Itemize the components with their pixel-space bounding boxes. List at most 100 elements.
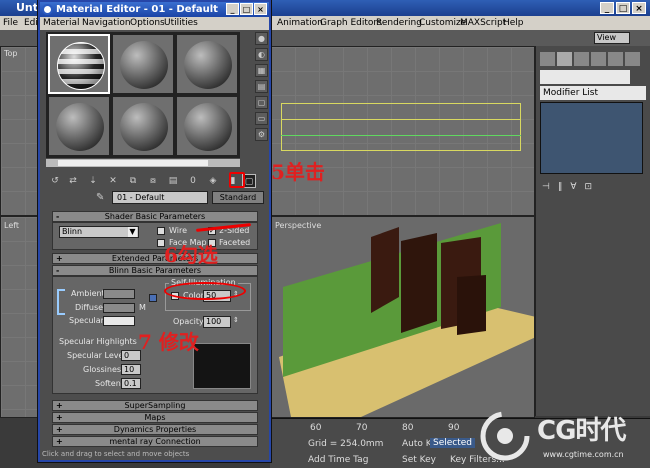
menu-graph-editors[interactable]: Graph Editors: [320, 16, 382, 30]
create-tab-icon[interactable]: [540, 52, 555, 66]
menu-options[interactable]: Options: [130, 17, 165, 30]
diffuse-color-swatch[interactable]: [103, 303, 135, 313]
rollout-blinn-basic[interactable]: - Blinn Basic Parameters: [52, 265, 258, 276]
make-preview-icon[interactable]: ▭: [255, 112, 268, 125]
rollout-maps[interactable]: + Maps: [52, 412, 258, 423]
get-material-icon[interactable]: ↺: [48, 174, 62, 188]
watermark: CG时代 www.cgtime.com.cn: [475, 408, 650, 468]
watermark-url: www.cgtime.com.cn: [543, 450, 624, 459]
close-icon[interactable]: ×: [254, 3, 267, 15]
add-time-tag[interactable]: Add Time Tag: [308, 455, 368, 465]
utilities-tab-icon[interactable]: [625, 52, 640, 66]
minimize-icon[interactable]: _: [226, 3, 239, 15]
sample-slot[interactable]: [112, 96, 174, 156]
view-dropdown[interactable]: View: [594, 32, 630, 44]
material-name-row: ✎ 01 - Default Standard: [46, 190, 269, 206]
sample-type-icon[interactable]: ●: [255, 32, 268, 45]
modifier-list-label: Modifier List: [543, 88, 598, 98]
backlight-icon[interactable]: ◐: [255, 48, 268, 61]
uv-tiling-icon[interactable]: ▤: [255, 80, 268, 93]
expand-icon: +: [56, 254, 63, 263]
glossiness-field[interactable]: 10: [121, 364, 141, 375]
rollout-shader-basic[interactable]: - Shader Basic Parameters: [52, 211, 258, 222]
rollout-supersampling[interactable]: + SuperSampling: [52, 400, 258, 411]
specular-color-swatch[interactable]: [103, 316, 135, 326]
highlight-curve-graph: [193, 343, 251, 389]
set-key-button[interactable]: Set Key: [402, 455, 436, 465]
tick-60: 60: [310, 423, 322, 433]
put-to-library-icon[interactable]: ▤: [166, 174, 180, 188]
selected-dropdown[interactable]: Selected: [430, 438, 476, 448]
window-controls: _ □ ×: [226, 3, 267, 15]
lock-bracket-icon[interactable]: [57, 289, 65, 315]
collapse-icon: -: [56, 212, 60, 221]
copy-material-icon[interactable]: ⧉: [126, 174, 140, 188]
material-id-channel[interactable]: 0: [186, 174, 200, 188]
menu-rendering[interactable]: Rendering: [376, 16, 422, 30]
window-controls: _ □ ×: [600, 2, 646, 14]
reset-map-icon[interactable]: ✕: [106, 174, 120, 188]
pick-material-icon[interactable]: ✎: [96, 192, 104, 203]
menu-file[interactable]: File: [3, 16, 18, 30]
video-color-check-icon[interactable]: ▢: [255, 96, 268, 109]
viewport-front[interactable]: [270, 46, 535, 216]
ambient-color-swatch[interactable]: [103, 289, 135, 299]
stack-tools[interactable]: ⊣‖∀⊡: [542, 182, 642, 192]
hierarchy-tab-icon[interactable]: [574, 52, 589, 66]
chevron-down-icon: ▼: [128, 227, 137, 237]
spinner-icon[interactable]: ⇕: [233, 315, 239, 325]
maximize-icon[interactable]: □: [240, 3, 253, 15]
menu-animation[interactable]: Animation: [277, 16, 323, 30]
side-toolbar: ● ◐ ▦ ▤ ▢ ▭ ⚙: [255, 32, 269, 152]
dark-panel: [401, 233, 437, 333]
modifier-stack[interactable]: [540, 102, 643, 174]
display-tab-icon[interactable]: [608, 52, 623, 66]
modifier-list-dropdown[interactable]: Modifier List: [540, 86, 646, 100]
options-icon[interactable]: ⚙: [255, 128, 268, 141]
menu-material[interactable]: Material: [43, 17, 80, 30]
put-to-scene-icon[interactable]: ⇄: [66, 174, 80, 188]
sample-slot[interactable]: [176, 34, 238, 94]
sample-slot[interactable]: [112, 34, 174, 94]
lock-icon[interactable]: [149, 294, 157, 302]
modify-tab-icon[interactable]: [557, 52, 572, 66]
soften-field[interactable]: 0.1: [121, 378, 141, 389]
material-editor-titlebar: Material Editor - 01 - Default _ □ ×: [40, 2, 269, 17]
expand-icon: +: [56, 437, 63, 446]
material-name-field[interactable]: 01 - Default: [112, 191, 208, 204]
rollout-title: Shader Basic Parameters: [104, 212, 206, 221]
wire-checkbox[interactable]: [157, 227, 165, 235]
sample-slot[interactable]: [176, 96, 238, 156]
specular-level-label: Specular Level:: [67, 351, 129, 360]
sample-slots: [46, 32, 240, 158]
slots-scrollbar[interactable]: [46, 159, 240, 167]
rollout-dynamics[interactable]: + Dynamics Properties: [52, 424, 258, 435]
menu-utilities[interactable]: Utilities: [164, 17, 198, 30]
sample-slot[interactable]: [48, 34, 110, 94]
menu-help[interactable]: Help: [503, 16, 524, 30]
material-editor-window: Material Editor - 01 - Default _ □ × Mat…: [38, 0, 271, 462]
assign-to-selection-icon[interactable]: ⇣: [86, 174, 100, 188]
background-icon[interactable]: ▦: [255, 64, 268, 77]
close-icon[interactable]: ×: [632, 2, 646, 14]
material-type-button[interactable]: Standard: [212, 191, 264, 204]
shader-type-dropdown[interactable]: Blinn ▼: [59, 226, 139, 238]
minimize-icon[interactable]: _: [600, 2, 614, 14]
material-editor-title: Material Editor - 01 - Default: [56, 4, 218, 15]
scroll-thumb[interactable]: [58, 160, 208, 166]
menu-navigation[interactable]: Navigation: [82, 17, 131, 30]
object-name-field[interactable]: [540, 70, 630, 84]
rollout-extended[interactable]: + Extended Parameters: [52, 253, 258, 264]
menu-maxscript[interactable]: MAXScript: [460, 16, 506, 30]
material-sphere-icon: [57, 42, 105, 90]
sample-slot[interactable]: [48, 96, 110, 156]
opacity-field[interactable]: 100: [203, 316, 231, 328]
make-unique-icon[interactable]: ⧇: [146, 174, 160, 188]
tick-90: 90: [448, 423, 460, 433]
show-map-in-viewport-icon[interactable]: ◈: [206, 174, 220, 188]
viewport-perspective[interactable]: Perspective: [270, 216, 535, 418]
diffuse-map-letter[interactable]: M: [139, 303, 146, 313]
rollout-mental-ray[interactable]: + mental ray Connection: [52, 436, 258, 447]
maximize-icon[interactable]: □: [616, 2, 630, 14]
motion-tab-icon[interactable]: [591, 52, 606, 66]
